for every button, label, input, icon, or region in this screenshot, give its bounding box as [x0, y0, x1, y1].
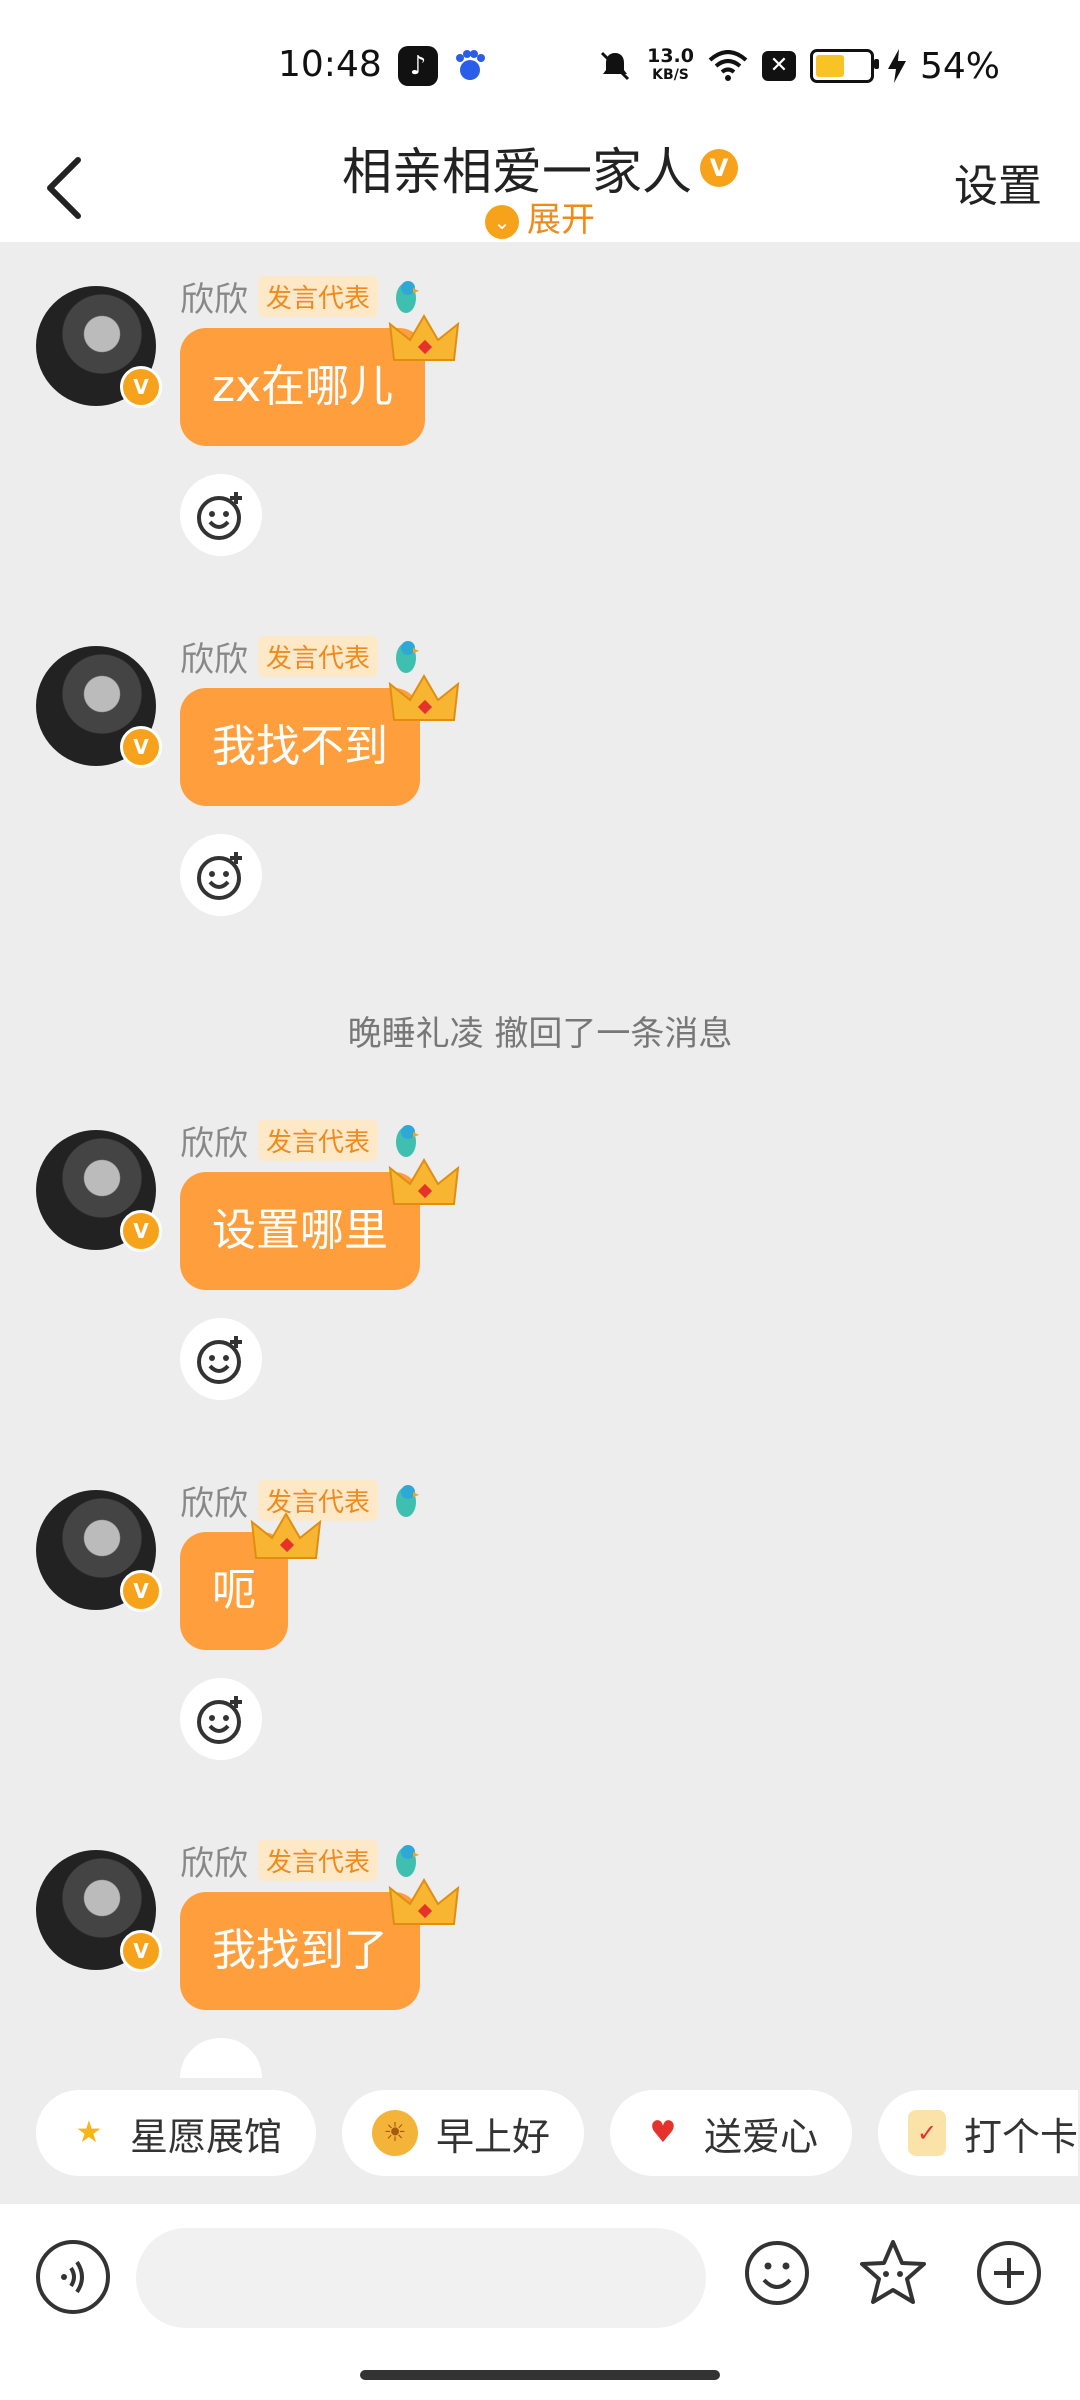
verified-badge-icon: V — [120, 1210, 162, 1252]
emoji-icon[interactable] — [742, 2238, 812, 2308]
tiktok-icon: ♪ — [398, 46, 438, 86]
parrot-icon — [396, 1125, 420, 1157]
sun-face-icon: ☀ — [372, 2110, 418, 2156]
avatar[interactable]: V — [36, 1850, 162, 1972]
recall-notice: 晚睡礼凌 撤回了一条消息 — [347, 1014, 733, 1054]
sender-name: 欣欣 — [180, 639, 248, 680]
add-reaction-button[interactable] — [180, 1318, 262, 1400]
add-reaction-button[interactable] — [180, 2038, 262, 2078]
network-speed: 13.0 KB/S — [647, 47, 694, 85]
chat-header: 相亲相爱一家人 V ⌄ 展开 设置 — [0, 130, 1080, 242]
add-reaction-button[interactable] — [180, 834, 262, 916]
avatar[interactable]: V — [36, 646, 162, 768]
crown-icon — [388, 1158, 460, 1205]
battery-icon — [809, 49, 879, 83]
battery-fill — [815, 55, 845, 77]
emoji-plus-icon — [197, 492, 242, 540]
chip-checkin[interactable]: ✓ 打个卡 — [878, 2090, 1078, 2176]
parrot-icon — [396, 1845, 420, 1877]
sender-name: 欣欣 — [180, 1483, 248, 1524]
avatar[interactable]: V — [36, 286, 162, 408]
charging-bolt-icon — [887, 49, 906, 83]
message-input[interactable] — [136, 2228, 706, 2328]
home-indicator — [360, 2370, 720, 2380]
mute-bell-icon — [601, 51, 630, 81]
emoji-plus-icon — [197, 852, 242, 900]
expand-label: 展开 — [527, 200, 595, 240]
crown-icon — [388, 314, 460, 361]
sim-off-icon: ✕ — [761, 51, 796, 81]
baidu-icon — [456, 50, 485, 80]
plus-icon[interactable] — [974, 2238, 1044, 2308]
crown-icon — [388, 1878, 460, 1925]
checkin-icon: ✓ — [908, 2110, 946, 2156]
status-indicators: 13.0 KB/S ✕ 54% — [597, 44, 1000, 88]
chip-good-morning[interactable]: ☀ 早上好 — [342, 2090, 585, 2176]
verified-badge-icon: V — [120, 1570, 162, 1612]
settings-button[interactable]: 设置 — [954, 150, 1042, 214]
chip-label: 送爱心 — [704, 2114, 819, 2159]
parrot-icon — [396, 1485, 420, 1517]
star-sticker-icon[interactable] — [856, 2236, 930, 2310]
verified-badge-icon: V — [120, 726, 162, 768]
wifi-icon — [708, 50, 748, 81]
parrot-icon — [396, 641, 420, 673]
crown-icon — [250, 1512, 322, 1559]
role-badge: 发言代表 — [258, 635, 379, 677]
voice-icon[interactable] — [36, 2240, 110, 2314]
chip-send-heart[interactable]: ♥ 送爱心 — [610, 2090, 853, 2176]
sender-name: 欣欣 — [180, 279, 248, 320]
parrot-icon — [396, 281, 420, 313]
chip-star-gallery[interactable]: ★ 星愿展馆 — [36, 2090, 317, 2176]
role-badge: 发言代表 — [258, 275, 379, 317]
expand-toggle[interactable]: ⌄ 展开 — [0, 192, 1080, 241]
chip-label: 早上好 — [436, 2114, 551, 2159]
sender-name: 欣欣 — [180, 1843, 248, 1884]
battery-percent: 54% — [919, 45, 1000, 87]
add-reaction-button[interactable] — [180, 1678, 262, 1760]
chip-label: 打个卡 — [963, 2114, 1078, 2159]
network-speed-value: 13.0 — [647, 45, 694, 67]
avatar[interactable]: V — [36, 1130, 162, 1252]
status-bar: 10:48 ♪ 13.0 KB/S ✕ 54% — [0, 0, 1080, 130]
sender-name: 欣欣 — [180, 1123, 248, 1164]
role-badge: 发言代表 — [258, 1839, 379, 1881]
emoji-plus-icon — [197, 1696, 242, 1744]
verified-badge-icon: V — [120, 366, 162, 408]
status-time: 10:48 — [278, 44, 382, 85]
message-bubble[interactable]: 设置哪里 — [180, 1172, 420, 1290]
message-bubble[interactable]: 我找到了 — [180, 1892, 420, 2010]
star-icon: ★ — [75, 2115, 103, 2150]
emoji-plus-icon — [197, 1336, 242, 1384]
heart-icon: ♥ — [649, 2115, 677, 2150]
message-bubble[interactable]: 我找不到 — [180, 688, 420, 806]
quick-actions-bar: ★ 星愿展馆 ☀ 早上好 ♥ 送爱心 ✓ 打个卡 — [0, 2090, 1080, 2176]
role-badge: 发言代表 — [258, 1119, 379, 1161]
add-reaction-button[interactable] — [180, 474, 262, 556]
chip-label: 星愿展馆 — [130, 2114, 283, 2159]
chevron-down-icon: ⌄ — [485, 204, 519, 239]
verified-badge-icon: V — [120, 1930, 162, 1972]
verified-badge-icon: V — [700, 149, 738, 187]
avatar[interactable]: V — [36, 1490, 162, 1612]
crown-icon — [388, 674, 460, 721]
network-speed-unit: KB/S — [652, 67, 689, 83]
